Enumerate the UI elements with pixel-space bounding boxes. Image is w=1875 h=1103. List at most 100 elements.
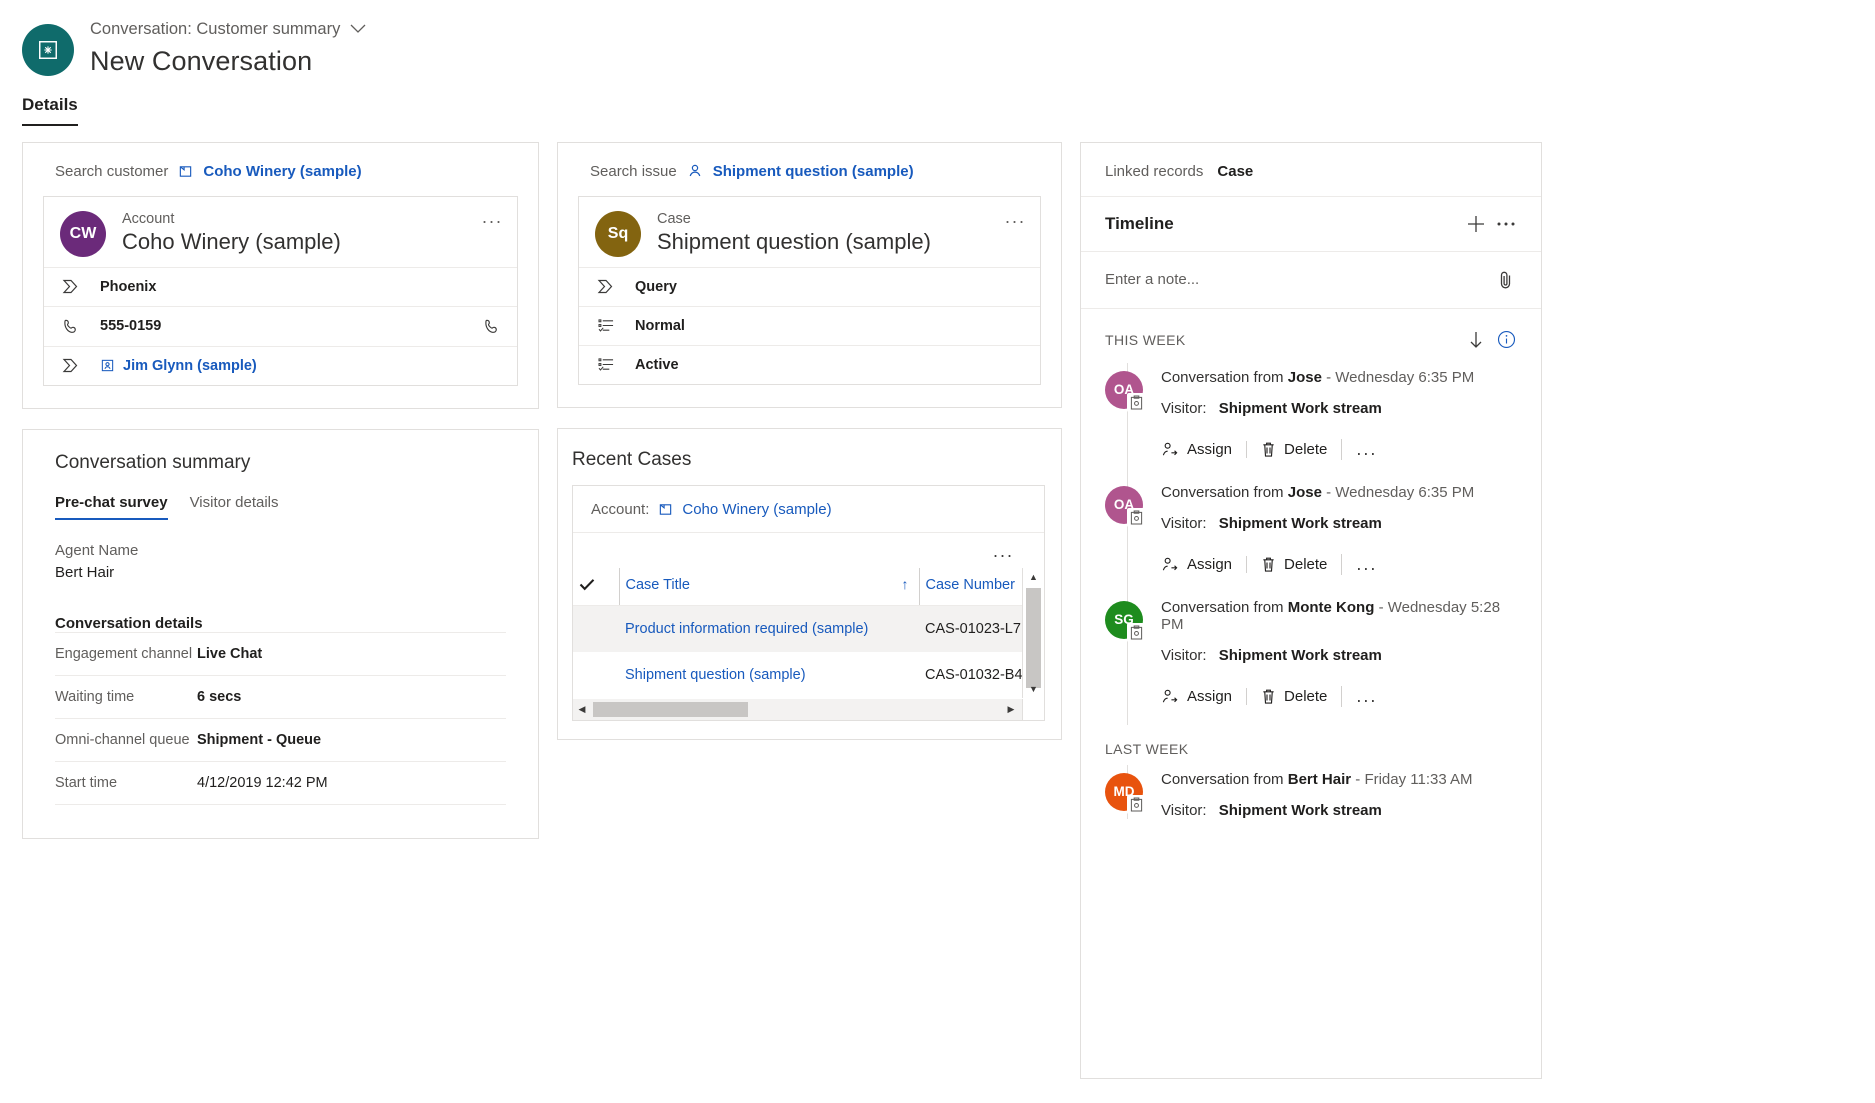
breadcrumb[interactable]: Conversation: Customer summary: [90, 20, 366, 40]
account-contact-link[interactable]: Jim Glynn (sample): [100, 358, 257, 374]
assign-button[interactable]: Assign: [1161, 556, 1246, 573]
timeline-item-overflow-button[interactable]: ...: [1341, 439, 1391, 460]
headline-time: Friday 11:33 AM: [1364, 771, 1472, 788]
search-customer-value[interactable]: Coho Winery (sample): [203, 163, 361, 180]
scroll-left-icon[interactable]: ◀: [573, 704, 591, 715]
search-issue-row[interactable]: Search issue Shipment question (sample): [558, 143, 1061, 196]
tab-visitor-details[interactable]: Visitor details: [190, 494, 279, 520]
field-value: Shipment Work stream: [1219, 647, 1382, 664]
linked-records-label: Linked records: [1105, 163, 1203, 180]
detail-value: 6 secs: [197, 689, 241, 705]
row-select-cell[interactable]: [573, 605, 619, 652]
ellipsis-icon[interactable]: [1491, 209, 1521, 239]
account-value-link[interactable]: Coho Winery (sample): [682, 501, 831, 518]
cases-grid-viewport: Case Title ↑ Case Number: [573, 568, 1044, 698]
horizontal-scroll-thumb[interactable]: [593, 702, 748, 717]
assign-button[interactable]: Assign: [1161, 688, 1246, 705]
delete-button[interactable]: Delete: [1246, 688, 1341, 705]
timeline-item-body: Conversation from Monte Kong - Wednesday…: [1149, 593, 1523, 725]
select-all-checkbox[interactable]: [573, 568, 619, 606]
note-input-row[interactable]: Enter a note...: [1081, 251, 1541, 309]
detail-value: Shipment - Queue: [197, 732, 321, 748]
avatar-wrap: OA: [1105, 363, 1149, 478]
arrow-down-icon[interactable]: [1461, 325, 1491, 355]
timeline-item-actions: Assign Delete ...: [1161, 686, 1523, 725]
field-value: Shipment Work stream: [1219, 400, 1382, 417]
recent-cases-overflow-button[interactable]: ...: [993, 541, 1014, 562]
detail-key: Start time: [55, 775, 197, 791]
timeline-item[interactable]: OA Conversation from Jose - Wednesday 6:…: [1081, 363, 1541, 478]
agent-name-value: Bert Hair: [55, 564, 506, 581]
field-label: Visitor:: [1161, 647, 1207, 664]
timeline-title: Timeline: [1105, 214, 1461, 234]
plus-icon[interactable]: [1461, 209, 1491, 239]
headline-time: Wednesday 6:35 PM: [1335, 484, 1474, 501]
tag-icon: [595, 279, 617, 294]
delete-label: Delete: [1284, 556, 1327, 573]
cell-case-title[interactable]: Shipment question (sample): [619, 652, 919, 698]
linked-records-row: Linked records Case: [1081, 143, 1541, 196]
timeline-group-this-week: THIS WEEK: [1081, 309, 1541, 363]
chevron-down-icon[interactable]: [350, 24, 366, 35]
avatar: CW: [60, 211, 106, 257]
entity-type: Case: [657, 211, 931, 227]
account-meta: Account Coho Winery (sample): [122, 211, 341, 255]
table-row[interactable]: Product information required (sample) CA…: [573, 605, 1044, 652]
vertical-scroll-thumb[interactable]: [1026, 588, 1041, 688]
timeline-item-overflow-button[interactable]: ...: [1341, 554, 1391, 575]
left-column: Search customer Coho Winery (sample) CW …: [22, 142, 539, 839]
timeline-item-overflow-button[interactable]: ...: [1341, 686, 1391, 707]
account-label: Account:: [591, 501, 649, 518]
assign-label: Assign: [1187, 688, 1232, 705]
scroll-up-icon[interactable]: ▲: [1023, 568, 1044, 586]
scroll-down-icon[interactable]: ▼: [1023, 680, 1044, 698]
case-overflow-button[interactable]: ...: [1005, 207, 1026, 228]
customer-panel: Search customer Coho Winery (sample) CW …: [22, 142, 539, 409]
assign-button[interactable]: Assign: [1161, 441, 1246, 458]
scroll-right-icon[interactable]: ▶: [1002, 704, 1020, 715]
trash-icon: [1261, 688, 1276, 705]
breadcrumb-label: Conversation: Customer summary: [90, 20, 340, 40]
cell-case-title[interactable]: Product information required (sample): [619, 605, 919, 652]
headline-author: Bert Hair: [1288, 771, 1351, 788]
search-customer-row[interactable]: Search customer Coho Winery (sample): [23, 143, 538, 196]
note-input[interactable]: Enter a note...: [1105, 271, 1491, 288]
issue-panel: Search issue Shipment question (sample) …: [557, 142, 1062, 408]
tab-details[interactable]: Details: [22, 95, 78, 126]
search-issue-value[interactable]: Shipment question (sample): [713, 163, 914, 180]
headline-author: Jose: [1288, 484, 1322, 501]
linked-records-value[interactable]: Case: [1217, 163, 1253, 180]
avatar-wrap: MD: [1105, 765, 1149, 819]
account-field-city: Phoenix: [44, 267, 517, 306]
grid-vertical-scrollbar[interactable]: ▲ ▼: [1022, 568, 1044, 698]
field-label: Visitor:: [1161, 515, 1207, 532]
headline-dash: -: [1326, 369, 1331, 386]
headline-prefix: Conversation from: [1161, 369, 1284, 386]
info-icon[interactable]: [1491, 325, 1521, 355]
column-header-case-title[interactable]: Case Title ↑: [619, 568, 919, 606]
field-value: Shipment Work stream: [1219, 802, 1382, 819]
timeline-item-actions: Assign Delete ...: [1161, 439, 1523, 478]
timeline-item[interactable]: SG Conversation from Monte Kong - Wednes…: [1081, 593, 1541, 725]
grid-horizontal-scrollbar[interactable]: ◀ ▶: [573, 698, 1044, 720]
group-label: LAST WEEK: [1105, 741, 1521, 757]
paperclip-icon[interactable]: [1491, 265, 1521, 295]
case-field-type: Query: [579, 267, 1040, 306]
tab-pre-chat-survey[interactable]: Pre-chat survey: [55, 494, 168, 520]
entity-type: Account: [122, 211, 341, 227]
timeline-item[interactable]: OA Conversation from Jose - Wednesday 6:…: [1081, 478, 1541, 593]
column-label: Case Number: [926, 577, 1015, 593]
tag-icon: [60, 279, 82, 294]
table-row[interactable]: Shipment question (sample) CAS-01032-B4G: [573, 652, 1044, 698]
delete-button[interactable]: Delete: [1246, 441, 1341, 458]
middle-column: Search issue Shipment question (sample) …: [557, 142, 1062, 740]
tag-icon: [60, 358, 82, 373]
call-button[interactable]: [484, 318, 501, 335]
avatar: Sq: [595, 211, 641, 257]
divider: [55, 804, 506, 838]
delete-button[interactable]: Delete: [1246, 556, 1341, 573]
account-overflow-button[interactable]: ...: [482, 207, 503, 228]
row-select-cell[interactable]: [573, 652, 619, 698]
headline-time: Wednesday 6:35 PM: [1335, 369, 1474, 386]
timeline-item[interactable]: MD Conversation from Bert Hair - Friday …: [1081, 765, 1541, 819]
